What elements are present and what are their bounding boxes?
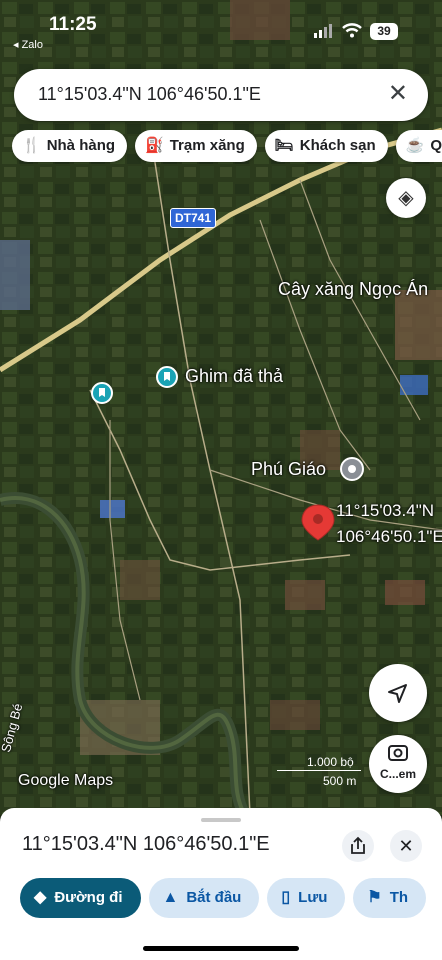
close-icon: ✕ bbox=[398, 836, 414, 856]
place-title: 11°15'03.4"N 106°46'50.1"E bbox=[22, 833, 270, 855]
scale-bottom-label: 500 m bbox=[323, 774, 357, 788]
camera-search-button[interactable]: C...em bbox=[369, 735, 427, 793]
chip-coffee[interactable]: ☕Qu bbox=[395, 130, 442, 162]
close-sheet-button[interactable]: ✕ bbox=[390, 830, 422, 862]
layers-icon: ◈ bbox=[398, 187, 414, 209]
home-indicator bbox=[143, 946, 299, 951]
share-button[interactable] bbox=[342, 830, 374, 862]
place-marker-icon[interactable] bbox=[91, 382, 113, 404]
chip-hotels[interactable]: 🛏 Khách sạn bbox=[264, 130, 388, 162]
action-buttons: ◆ Đường đi ▲ Bắt đầu ▯ Lưu ⚑ Th bbox=[20, 878, 442, 918]
navigation-arrow-icon: ▲ bbox=[162, 889, 179, 906]
flag-icon: ⚑ bbox=[367, 889, 382, 906]
pin-coordinates-line-2: 106°46'50.1"E bbox=[336, 527, 442, 546]
clear-search-icon[interactable]: ✕ bbox=[388, 79, 408, 108]
directions-button[interactable]: ◆ Đường đi bbox=[20, 878, 141, 918]
my-location-button[interactable] bbox=[369, 664, 427, 722]
restaurant-icon: 🍴 bbox=[22, 137, 41, 154]
back-to-app-link[interactable]: ◂ Zalo bbox=[13, 38, 43, 51]
place-bottom-sheet[interactable]: 11°15'03.4"N 106°46'50.1"E ✕ ◆ Đường đi ▲ B… bbox=[0, 808, 442, 960]
category-chips: 🍴Nhà hàng⛽Trạm xăng🛏Khách sạn☕Qu bbox=[12, 130, 442, 164]
pin-dropped-label[interactable]: Ghim đã thả bbox=[185, 366, 283, 387]
scale-top-label: 1.000 bộ bbox=[307, 755, 354, 769]
layers-button[interactable]: ◈ bbox=[386, 178, 426, 218]
place-dot-icon[interactable] bbox=[340, 457, 364, 481]
cellular-signal-icon bbox=[314, 24, 332, 38]
road-badge: DT741 bbox=[170, 208, 217, 228]
bookmark-icon: ▯ bbox=[281, 889, 291, 906]
chip-restaurants[interactable]: 🍴 Nhà hàng bbox=[12, 130, 128, 162]
directions-icon: ◆ bbox=[34, 889, 47, 906]
hotel-icon: 🛏 bbox=[274, 137, 294, 154]
more-action-button[interactable]: ⚑ Th bbox=[353, 878, 427, 918]
start-button[interactable]: ▲ Bắt đầu bbox=[148, 878, 260, 918]
gas-station-icon: ⛽ bbox=[145, 137, 164, 154]
save-button[interactable]: ▯ Lưu bbox=[267, 878, 346, 918]
scale-bar bbox=[277, 770, 361, 771]
place-label[interactable]: Phú Giáo bbox=[251, 459, 326, 480]
coffee-icon: ☕ bbox=[405, 137, 425, 154]
google-maps-attribution: Google Maps bbox=[18, 772, 114, 789]
pin-coordinates-line-1: 11°15'03.4"N bbox=[336, 501, 434, 520]
navigation-arrow-icon bbox=[388, 684, 407, 703]
search-bar[interactable]: 11°15'03.4"N 106°46'50.1"E ✕ bbox=[14, 69, 428, 121]
camera-search-icon bbox=[388, 745, 408, 761]
battery-indicator: 39 bbox=[370, 23, 398, 40]
camera-search-label: C...em bbox=[379, 767, 416, 781]
sheet-grabber[interactable] bbox=[201, 818, 241, 822]
status-time: 11:25 bbox=[49, 14, 97, 35]
dropped-pin-marker-icon[interactable] bbox=[156, 366, 178, 388]
gas-station-label[interactable]: Cây xăng Ngọc Án bbox=[278, 279, 428, 300]
share-icon bbox=[351, 836, 365, 854]
map-scale: 1.000 bộ 500 m bbox=[277, 755, 361, 791]
wifi-icon bbox=[342, 23, 362, 38]
status-bar: 11:25 ◂ Zalo 39 bbox=[0, 0, 442, 54]
chip-gas-stations[interactable]: ⛽ Trạm xăng bbox=[135, 130, 257, 162]
search-query[interactable]: 11°15'03.4"N 106°46'50.1"E bbox=[38, 84, 261, 105]
